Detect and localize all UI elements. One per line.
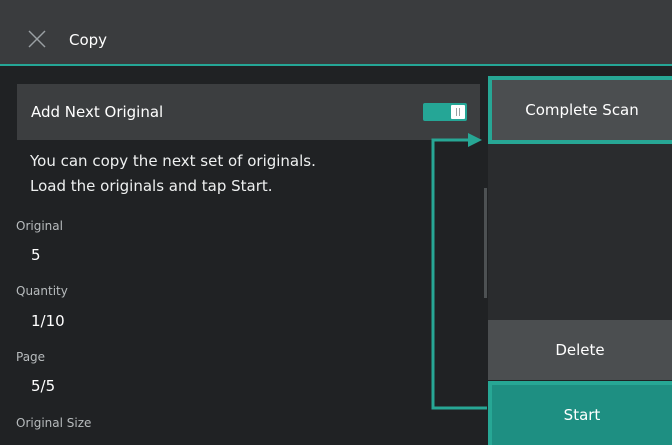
add-next-original-toggle[interactable]	[423, 103, 467, 121]
instruction-line-1: You can copy the next set of originals.	[30, 152, 316, 170]
original-value: 5	[31, 246, 41, 264]
scrollbar[interactable]	[484, 188, 487, 298]
page-value: 5/5	[31, 377, 56, 395]
quantity-value: 1/10	[31, 312, 65, 330]
instruction-line-2: Load the originals and tap Start.	[30, 177, 273, 195]
toggle-knob	[451, 105, 465, 119]
title-bar: Copy	[0, 0, 672, 66]
close-icon[interactable]	[28, 30, 46, 48]
action-panel-spacer	[488, 144, 672, 321]
complete-scan-button[interactable]: Complete Scan	[488, 76, 672, 144]
start-button[interactable]: Start	[488, 381, 672, 445]
page-label: Page	[16, 350, 46, 364]
add-next-original-row[interactable]: Add Next Original	[17, 84, 480, 140]
add-next-original-label: Add Next Original	[31, 103, 164, 121]
quantity-label: Quantity	[16, 284, 68, 298]
page-title: Copy	[69, 31, 108, 49]
original-label: Original	[16, 219, 63, 233]
delete-button[interactable]: Delete	[488, 320, 672, 380]
original-size-label: Original Size	[16, 416, 92, 430]
main-panel: Add Next Original You can copy the next …	[0, 68, 488, 445]
action-panel: Complete Scan Delete Start	[488, 68, 672, 445]
